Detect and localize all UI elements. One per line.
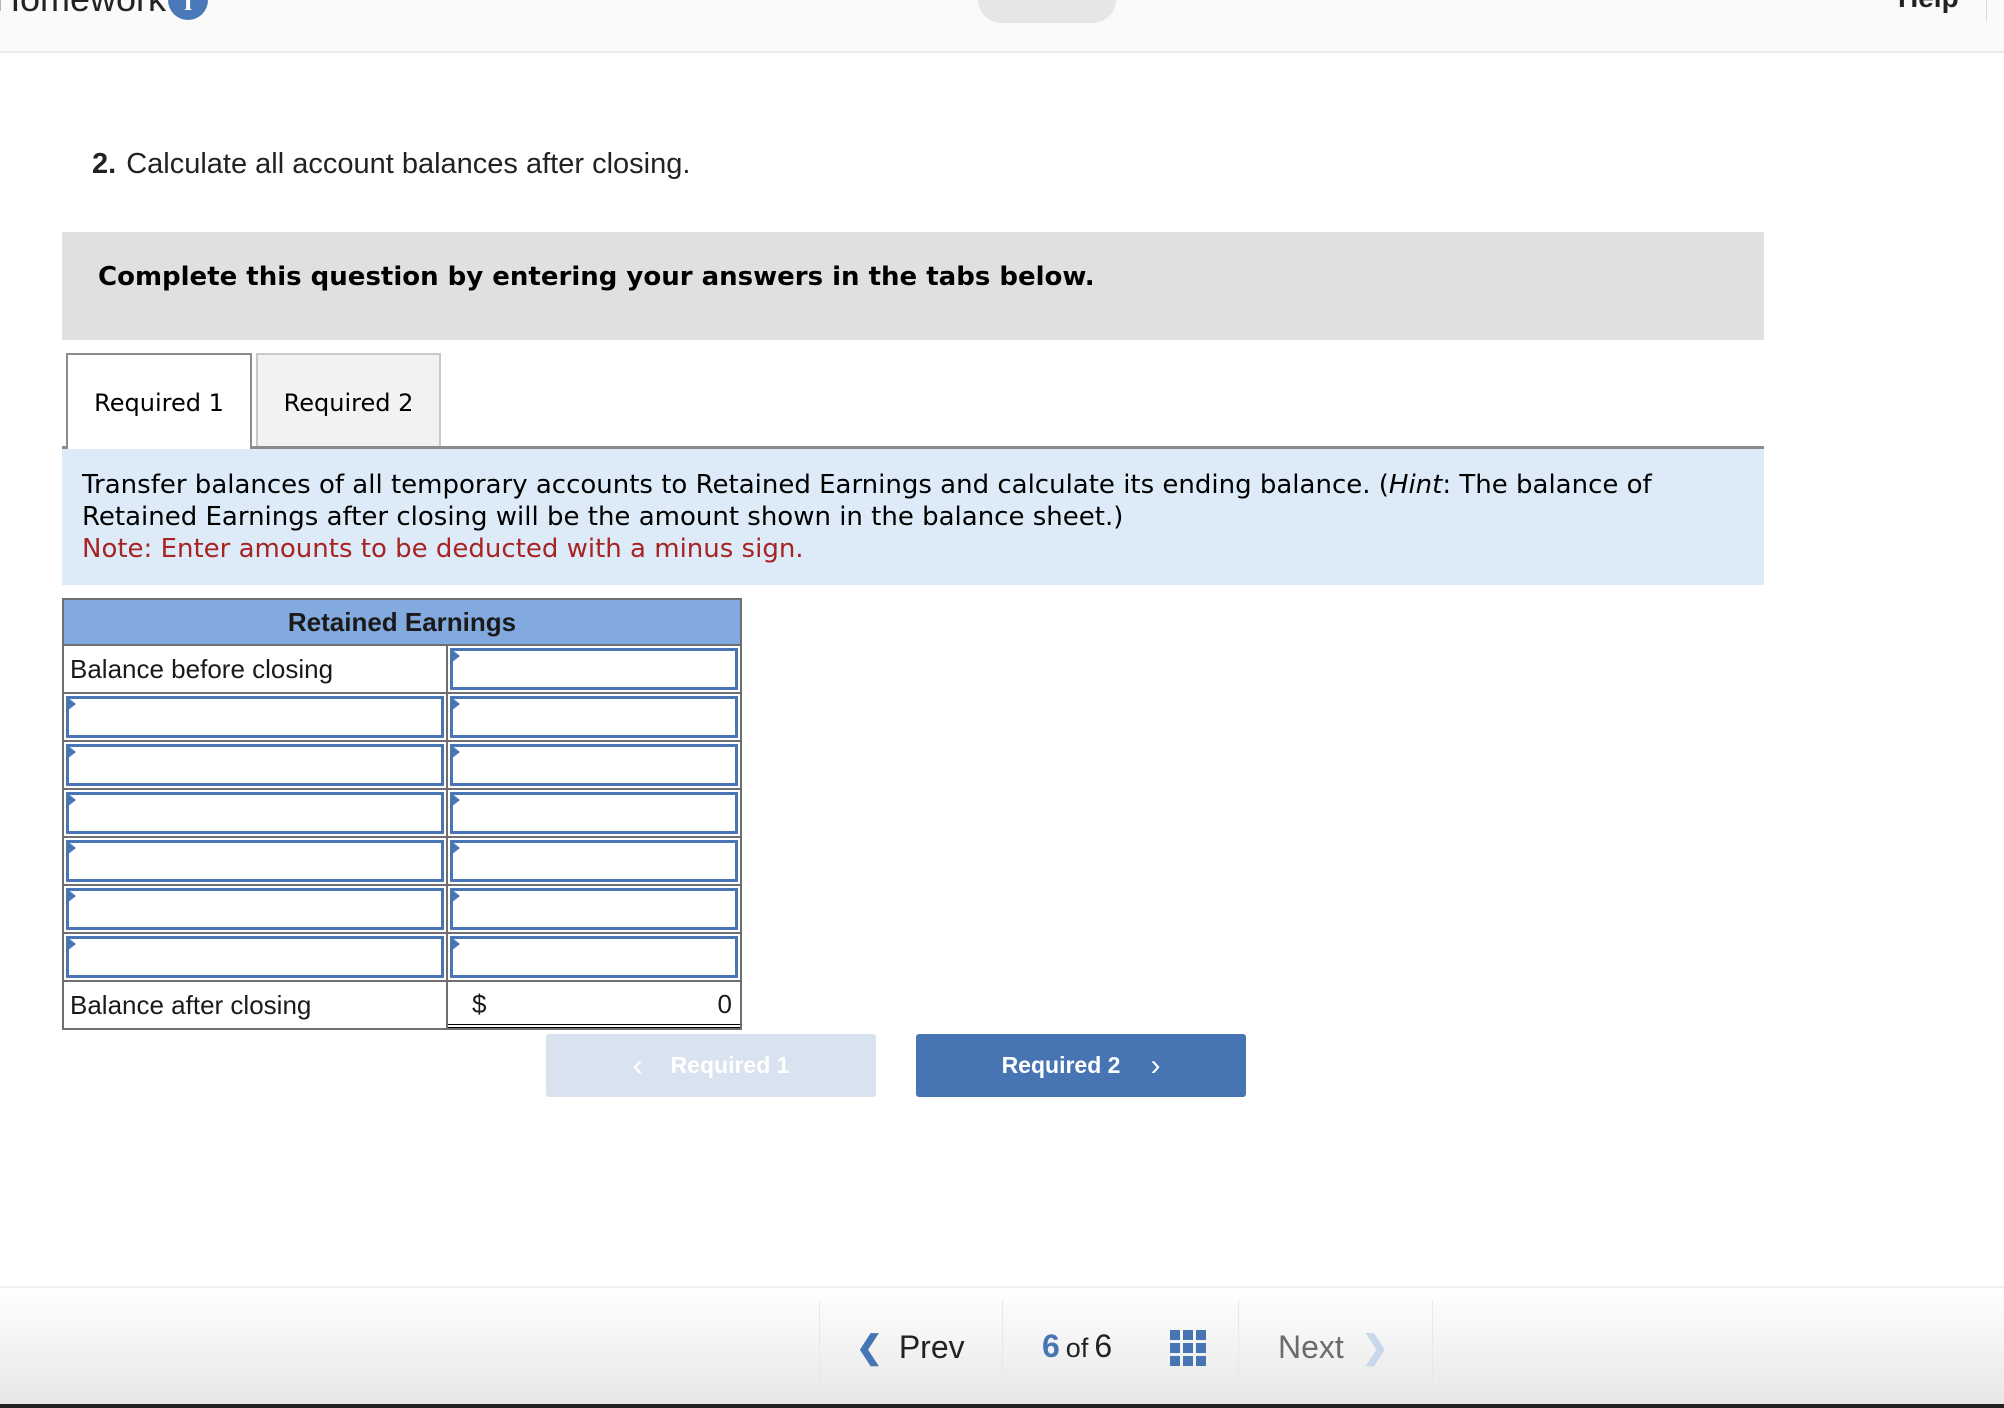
account-select[interactable] xyxy=(66,888,444,930)
footer-divider xyxy=(1238,1300,1239,1384)
account-cell xyxy=(64,790,448,836)
amount-input[interactable] xyxy=(450,936,738,978)
amount-cell xyxy=(448,934,740,980)
saved-status-badge: Saved xyxy=(978,0,1116,23)
account-select[interactable] xyxy=(66,744,444,786)
prev-required-button[interactable]: ‹ Required 1 xyxy=(546,1034,876,1097)
tab-required-2[interactable]: Required 2 xyxy=(256,353,441,446)
opening-amount-cell xyxy=(448,646,740,692)
footer-bottom-border xyxy=(0,1404,2004,1408)
table-row xyxy=(64,838,740,886)
table-row xyxy=(64,886,740,934)
amount-input[interactable] xyxy=(450,792,738,834)
question-text: Calculate all account balances after clo… xyxy=(126,148,691,180)
chevron-left-icon: ❮ xyxy=(856,1329,883,1365)
top-bar: Homework i Saved Help xyxy=(0,0,2004,53)
saved-status-label: Saved xyxy=(1016,0,1078,2)
instruction-text: Transfer balances of all temporary accou… xyxy=(82,469,1722,565)
footer-prev-label: Prev xyxy=(898,1329,965,1365)
instructions-banner-text: Complete this question by entering your … xyxy=(98,262,1095,292)
question-prompt: 2. Calculate all account balances after c… xyxy=(92,148,690,181)
amount-cell xyxy=(448,886,740,932)
closing-amount: 0 xyxy=(717,989,732,1019)
table-row-opening: Balance before closing xyxy=(64,646,740,694)
page-indicator: 6 of 6 xyxy=(1042,1328,1112,1365)
app-title: Homework xyxy=(0,0,166,20)
chevron-right-icon: ❯ xyxy=(1361,1329,1389,1365)
amount-input[interactable] xyxy=(450,696,738,738)
account-cell xyxy=(64,838,448,884)
amount-input[interactable] xyxy=(450,840,738,882)
table-row-closing: Balance after closing $ 0 xyxy=(64,982,740,1028)
table-row xyxy=(64,694,740,742)
amount-input[interactable] xyxy=(450,888,738,930)
amount-input[interactable] xyxy=(450,744,738,786)
table-row xyxy=(64,742,740,790)
chevron-left-icon: ‹ xyxy=(632,1048,643,1082)
footer-prev-button[interactable]: ❮ Prev xyxy=(856,1328,965,1366)
instruction-main-1: Transfer balances of all temporary accou… xyxy=(82,470,1389,500)
account-select[interactable] xyxy=(66,840,444,882)
account-cell xyxy=(64,886,448,932)
current-page: 6 xyxy=(1042,1328,1060,1364)
tab-bar: Required 1 Required 2 xyxy=(62,353,1764,449)
footer-divider xyxy=(819,1300,820,1384)
prev-required-label: Required 1 xyxy=(670,1052,790,1078)
amount-cell xyxy=(448,742,740,788)
account-select[interactable] xyxy=(66,936,444,978)
footer-nav: ❮ Prev 6 of 6 Next ❯ xyxy=(0,1286,2004,1408)
amount-cell xyxy=(448,838,740,884)
account-cell xyxy=(64,934,448,980)
account-cell xyxy=(64,742,448,788)
opening-label-cell: Balance before closing xyxy=(64,646,448,692)
account-select[interactable] xyxy=(66,696,444,738)
info-icon[interactable]: i xyxy=(168,0,208,20)
instruction-hint-label: Hint xyxy=(1388,470,1443,500)
header-divider xyxy=(1986,0,1987,22)
table-row xyxy=(64,934,740,982)
closing-label-cell: Balance after closing xyxy=(64,982,448,1028)
chevron-right-icon: › xyxy=(1150,1048,1161,1082)
page-of-label: of xyxy=(1065,1333,1089,1363)
table-title: Retained Earnings xyxy=(64,600,740,646)
table-row xyxy=(64,790,740,838)
grid-icon[interactable] xyxy=(1170,1330,1206,1366)
footer-next-label: Next xyxy=(1278,1329,1344,1365)
footer-divider xyxy=(1432,1300,1433,1384)
currency-symbol: $ xyxy=(472,989,487,1019)
instruction-panel: Transfer balances of all temporary accou… xyxy=(62,449,1764,585)
opening-amount-input[interactable] xyxy=(450,648,738,690)
instructions-banner: Complete this question by entering your … xyxy=(62,232,1764,340)
next-required-button[interactable]: Required 2 › xyxy=(916,1034,1246,1097)
instruction-note: Note: Enter amounts to be deducted with … xyxy=(82,534,804,564)
account-select[interactable] xyxy=(66,792,444,834)
account-cell xyxy=(64,694,448,740)
footer-divider xyxy=(1002,1300,1003,1384)
opening-label: Balance before closing xyxy=(70,654,334,684)
total-pages: 6 xyxy=(1094,1328,1113,1364)
amount-cell xyxy=(448,694,740,740)
next-required-label: Required 2 xyxy=(1001,1052,1121,1078)
closing-label: Balance after closing xyxy=(70,990,312,1020)
question-number: 2. xyxy=(92,148,117,180)
help-link[interactable]: Help xyxy=(1898,0,1959,14)
footer-next-button[interactable]: Next ❯ xyxy=(1278,1328,1389,1366)
amount-cell xyxy=(448,790,740,836)
retained-earnings-table: Retained Earnings Balance before closing… xyxy=(62,598,742,1030)
tab-required-1[interactable]: Required 1 xyxy=(66,353,252,449)
closing-amount-cell: $ 0 xyxy=(448,982,740,1028)
